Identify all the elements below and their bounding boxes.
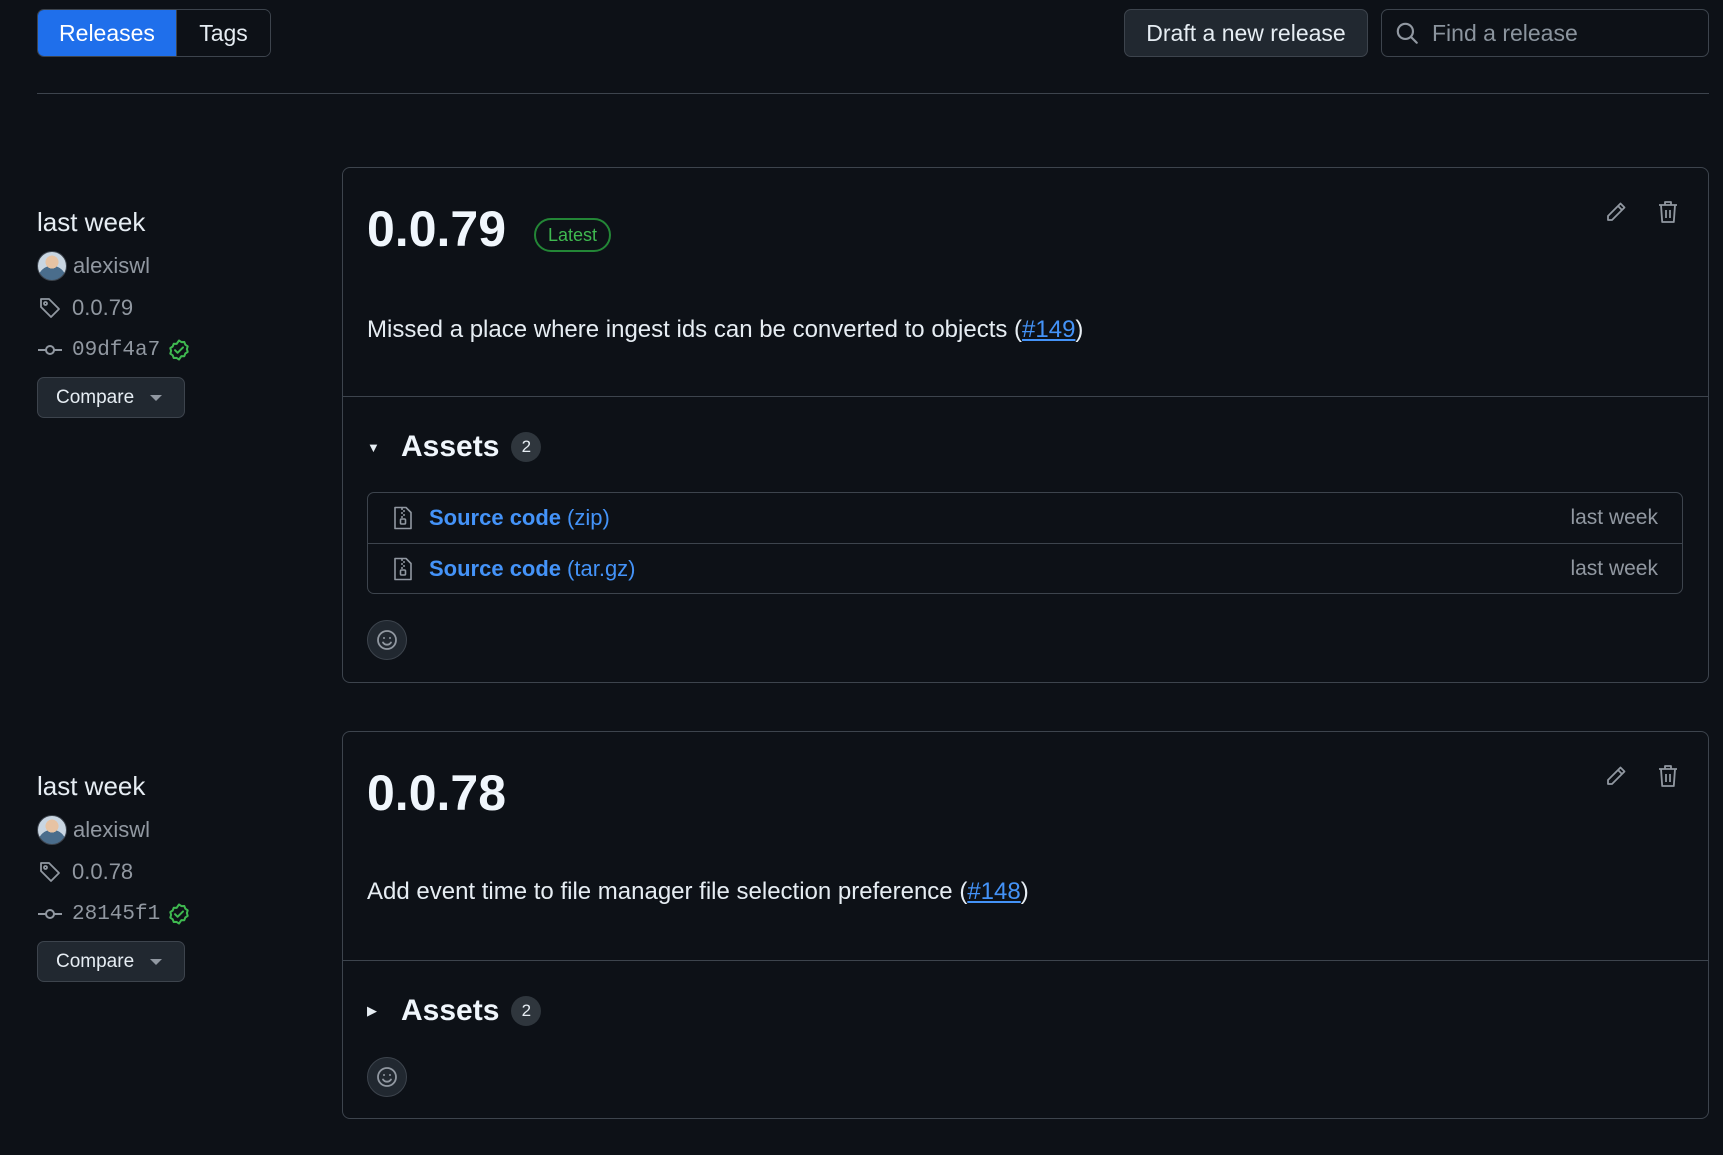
latest-badge: Latest	[534, 218, 612, 252]
trash-icon[interactable]	[1654, 198, 1682, 226]
asset-link[interactable]: Source code	[429, 505, 561, 531]
asset-link[interactable]: Source code	[429, 556, 561, 582]
asset-date: last week	[1570, 506, 1658, 529]
release-meta: last week alexiswl 0.0.79 09df4a7 Compar…	[37, 205, 297, 418]
asset-date: last week	[1570, 556, 1658, 580]
tag-name[interactable]: 0.0.79	[72, 295, 133, 321]
description-suffix: )	[1075, 316, 1084, 343]
top-divider	[37, 93, 1709, 94]
assets-toggle[interactable]: ▼ Assets 2	[367, 430, 542, 464]
compare-button[interactable]: Compare	[37, 377, 185, 418]
chevron-down-icon	[150, 394, 163, 401]
release-date: last week	[37, 771, 146, 801]
search-input[interactable]	[1420, 10, 1723, 56]
assets-label: Assets	[401, 994, 500, 1027]
asset-extension[interactable]: (tar.gz)	[567, 556, 635, 582]
commit-row[interactable]: 28145f1	[37, 899, 297, 929]
release-date: last week	[37, 207, 146, 237]
card-divider	[343, 960, 1708, 961]
releases-page: Releases Tags Draft a new release last w…	[0, 0, 1723, 1155]
top-bar: Releases Tags Draft a new release	[37, 9, 1723, 57]
tag-row[interactable]: 0.0.78	[37, 857, 297, 887]
release-description: Add event time to file manager file sele…	[367, 878, 1029, 906]
avatar[interactable]	[37, 251, 67, 281]
compare-button[interactable]: Compare	[37, 941, 185, 982]
chevron-down-icon: ▼	[367, 439, 380, 455]
commit-hash[interactable]: 09df4a7	[72, 339, 160, 362]
commit-row[interactable]: 09df4a7	[37, 335, 297, 365]
chevron-right-icon: ▶	[367, 1003, 377, 1018]
asset-list: Source code (zip) last week Source code …	[367, 492, 1683, 594]
chevron-down-icon	[150, 958, 163, 965]
pencil-icon[interactable]	[1602, 762, 1630, 790]
release-search	[1381, 9, 1723, 57]
check-circle-icon[interactable]	[166, 337, 192, 363]
smiley-icon[interactable]	[367, 620, 407, 660]
author-name[interactable]: alexiswl	[73, 253, 150, 279]
pr-link[interactable]: #149	[1022, 316, 1075, 343]
releases-tags-toggle: Releases Tags	[37, 9, 271, 57]
asset-extension[interactable]: (zip)	[567, 505, 610, 531]
author-row[interactable]: alexiswl	[37, 815, 297, 845]
smiley-icon[interactable]	[367, 1057, 407, 1097]
release-version[interactable]: 0.0.79	[367, 200, 506, 258]
asset-row: Source code (tar.gz) last week	[368, 543, 1682, 593]
tags-tab[interactable]: Tags	[176, 10, 270, 56]
release-card: 0.0.78 Add event time to file manager fi…	[342, 731, 1709, 1119]
search-icon	[1394, 20, 1420, 46]
card-divider	[343, 396, 1708, 397]
file-zip-icon	[392, 557, 414, 581]
release-description: Missed a place where ingest ids can be c…	[367, 316, 1083, 344]
assets-toggle[interactable]: ▶ Assets 2	[367, 994, 542, 1028]
commit-icon	[37, 901, 63, 927]
tag-icon	[37, 295, 63, 321]
description-suffix: )	[1020, 878, 1029, 905]
avatar[interactable]	[37, 815, 67, 845]
assets-count: 2	[511, 996, 542, 1026]
release-actions	[1602, 762, 1682, 790]
release-version[interactable]: 0.0.78	[367, 764, 506, 822]
trash-icon[interactable]	[1654, 762, 1682, 790]
file-zip-icon	[392, 506, 414, 530]
release-meta: last week alexiswl 0.0.78 28145f1 Compar…	[37, 769, 297, 982]
draft-release-button[interactable]: Draft a new release	[1124, 9, 1368, 57]
tag-name[interactable]: 0.0.78	[72, 859, 133, 885]
compare-label: Compare	[56, 950, 135, 972]
compare-label: Compare	[56, 386, 135, 408]
release-card: 0.0.79 Latest Missed a place where inges…	[342, 167, 1709, 683]
commit-icon	[37, 337, 63, 363]
tag-icon	[37, 859, 63, 885]
check-circle-icon[interactable]	[166, 901, 192, 927]
author-row[interactable]: alexiswl	[37, 251, 297, 281]
description-text: Missed a place where ingest ids can be c…	[367, 316, 1023, 343]
pencil-icon[interactable]	[1602, 198, 1630, 226]
assets-count: 2	[511, 432, 542, 462]
assets-label: Assets	[401, 430, 500, 463]
description-text: Add event time to file manager file sele…	[367, 878, 968, 905]
asset-row: Source code (zip) last week	[368, 493, 1682, 543]
release-actions	[1602, 198, 1682, 226]
pr-link[interactable]: #148	[967, 878, 1020, 905]
author-name[interactable]: alexiswl	[73, 817, 150, 843]
commit-hash[interactable]: 28145f1	[72, 903, 160, 926]
releases-tab[interactable]: Releases	[38, 10, 176, 56]
tag-row[interactable]: 0.0.79	[37, 293, 297, 323]
